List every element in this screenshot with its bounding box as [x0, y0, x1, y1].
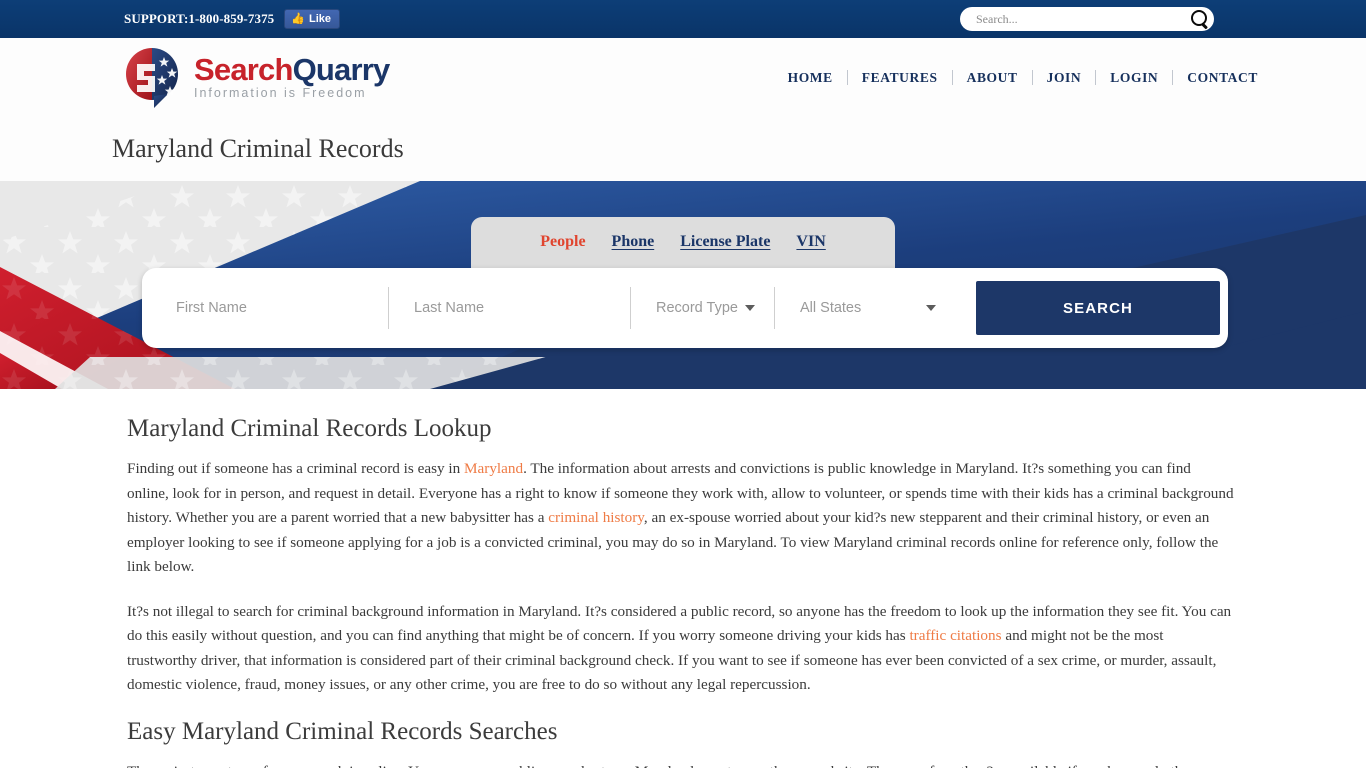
search-submit-button[interactable]: SEARCH: [976, 281, 1220, 335]
site-search-input[interactable]: [974, 8, 1190, 30]
page-title: Maryland Criminal Records: [112, 134, 404, 163]
chevron-down-icon: [744, 305, 755, 311]
record-type-label: Record Type: [656, 300, 738, 316]
nav-item-contact[interactable]: CONTACT: [1173, 70, 1272, 86]
state-field[interactable]: All States: [774, 285, 954, 331]
top-utility-bar: SUPPORT:1-800-859-7375 👍 Like: [0, 0, 1366, 38]
link-traffic-citations[interactable]: traffic citations: [909, 627, 1001, 644]
last-name-input[interactable]: [388, 299, 630, 317]
section-heading-lookup: Maryland Criminal Records Lookup: [127, 415, 492, 442]
main-navigation: HOME FEATURES ABOUT JOIN LOGIN CONTACT: [774, 70, 1272, 86]
logo-word-quarry: Quarry: [292, 51, 391, 87]
site-search-box[interactable]: [960, 7, 1214, 31]
record-type-select[interactable]: Record Type: [656, 300, 774, 316]
paragraph-2: It?s not illegal to search for criminal …: [127, 600, 1234, 698]
facebook-like-label: Like: [308, 12, 331, 25]
searchquarry-emblem-icon: [124, 46, 186, 110]
thumbs-up-icon: 👍: [291, 12, 305, 25]
last-name-field[interactable]: [388, 285, 630, 331]
record-type-field[interactable]: Record Type: [630, 285, 774, 331]
main-content: Maryland Criminal Records Lookup Finding…: [0, 389, 1366, 768]
support-phone-text: SUPPORT:1-800-859-7375: [124, 11, 275, 26]
page-title-band: Maryland Criminal Records: [0, 117, 1366, 181]
p1-text-a: Finding out if someone has a criminal re…: [127, 460, 465, 477]
state-label: All States: [800, 300, 862, 316]
link-maryland[interactable]: Maryland: [464, 460, 523, 477]
first-name-input[interactable]: [150, 299, 388, 317]
state-select[interactable]: All States: [800, 300, 954, 316]
search-type-tabs: People Phone License Plate VIN: [471, 217, 895, 271]
logo-wordmark: SearchQuarry Information is Freedom: [194, 51, 391, 102]
nav-item-about[interactable]: ABOUT: [953, 70, 1032, 86]
site-logo[interactable]: SearchQuarry Information is Freedom: [124, 46, 391, 110]
nav-item-join[interactable]: JOIN: [1033, 70, 1096, 86]
magnifier-icon[interactable]: [1190, 10, 1208, 28]
tab-people[interactable]: People: [540, 233, 585, 251]
tab-phone[interactable]: Phone: [612, 233, 655, 251]
link-criminal-history[interactable]: criminal history: [548, 509, 644, 526]
first-name-field[interactable]: [150, 285, 388, 331]
tab-license-plate[interactable]: License Plate: [680, 233, 770, 251]
logo-word-search: Search: [194, 51, 293, 87]
site-header: SearchQuarry Information is Freedom HOME…: [0, 38, 1366, 117]
paragraph-1: Finding out if someone has a criminal re…: [127, 457, 1234, 580]
nav-item-login[interactable]: LOGIN: [1096, 70, 1172, 86]
nav-item-features[interactable]: FEATURES: [848, 70, 952, 86]
paragraph-3: The easiest way to perform a search is o…: [127, 760, 1234, 768]
logo-tagline: Information is Freedom: [194, 85, 367, 100]
section-heading-searches: Easy Maryland Criminal Records Searches: [127, 717, 558, 745]
chevron-down-icon: [926, 305, 936, 311]
people-search-form: Record Type All States SEARCH: [142, 268, 1228, 348]
nav-item-home[interactable]: HOME: [774, 70, 847, 86]
facebook-like-button[interactable]: 👍 Like: [284, 9, 340, 29]
topbar-left-group: SUPPORT:1-800-859-7375 👍 Like: [124, 9, 340, 29]
tab-vin[interactable]: VIN: [796, 233, 825, 251]
